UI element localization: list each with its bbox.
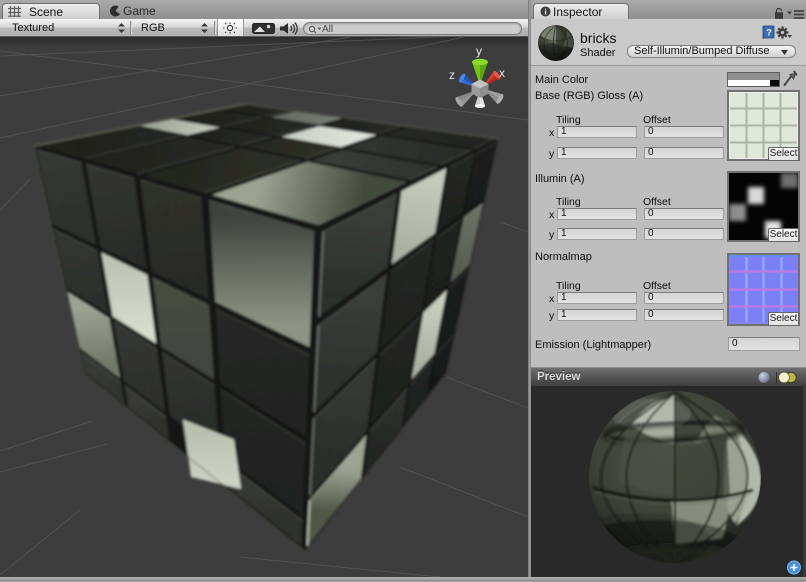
svg-text:y: y [476, 44, 482, 58]
svg-text:?: ? [766, 28, 772, 38]
svg-text:x: x [499, 66, 505, 80]
svg-text:z: z [449, 68, 455, 82]
